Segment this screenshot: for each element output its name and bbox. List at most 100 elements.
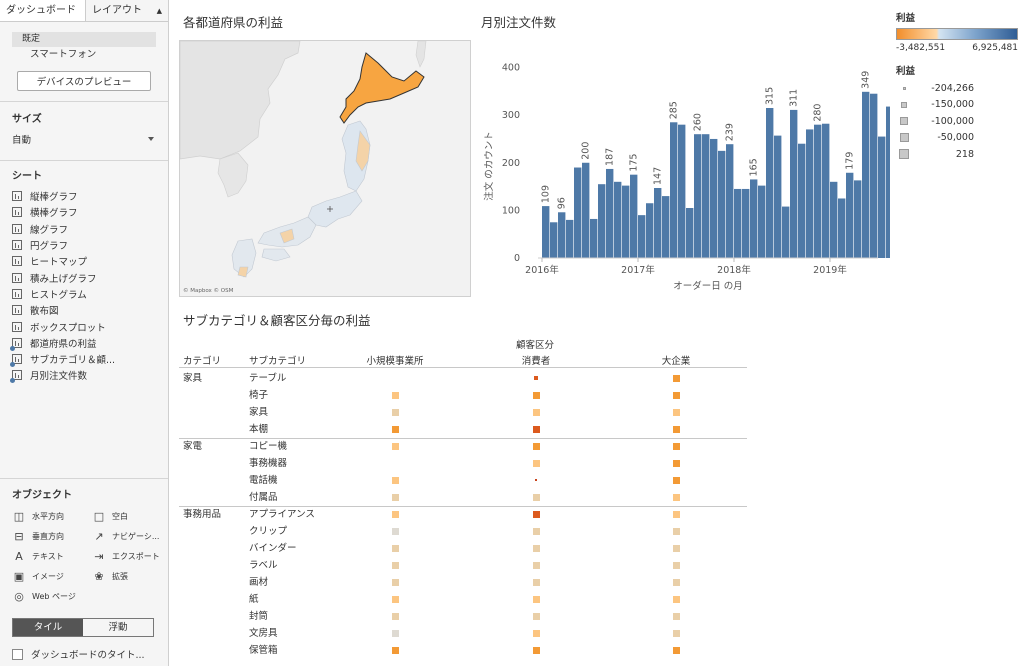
bar[interactable] — [790, 109, 798, 259]
profit-mark[interactable] — [672, 374, 680, 382]
bar[interactable] — [758, 185, 766, 258]
profit-mark[interactable] — [391, 493, 399, 501]
bar[interactable] — [694, 134, 702, 258]
sheet-item[interactable]: 月別注文件数 — [0, 367, 168, 384]
profit-mark[interactable] — [391, 544, 399, 552]
sheet-item[interactable]: 都道府県の利益 — [0, 335, 168, 351]
sheet-item[interactable]: ヒストグラム — [0, 286, 168, 302]
bar[interactable] — [774, 135, 782, 258]
profit-mark[interactable] — [391, 578, 399, 586]
subcategory-segment-table[interactable]: 顧客区分 カテゴリ サブカテゴリ 小規模事業所 消費者 大企業 家具 テーブル 椅子 家具 本棚 家電… — [179, 334, 749, 660]
bar[interactable] — [718, 150, 726, 258]
profit-mark[interactable] — [391, 561, 399, 569]
profit-mark[interactable] — [672, 408, 680, 416]
profit-mark[interactable] — [532, 561, 540, 569]
profit-mark[interactable] — [532, 510, 540, 518]
bar[interactable] — [838, 198, 846, 258]
bar[interactable] — [654, 188, 662, 258]
bar[interactable] — [870, 93, 878, 258]
profit-mark[interactable] — [672, 561, 680, 569]
object-item[interactable]: A テキスト — [12, 549, 92, 563]
bar[interactable] — [646, 203, 654, 258]
bar[interactable] — [822, 123, 830, 258]
profit-mark[interactable] — [532, 544, 540, 552]
bar[interactable] — [854, 180, 862, 258]
bar[interactable] — [566, 219, 574, 258]
profit-mark[interactable] — [532, 408, 540, 416]
profit-mark[interactable] — [534, 376, 538, 380]
profit-mark[interactable] — [532, 442, 540, 450]
profit-mark[interactable] — [391, 527, 399, 535]
bar[interactable] — [638, 215, 646, 258]
profit-mark[interactable] — [391, 408, 399, 416]
profit-mark[interactable] — [672, 595, 680, 603]
object-item[interactable]: ↗ ナビゲーシ... — [92, 529, 172, 543]
bar[interactable] — [662, 196, 670, 258]
table-row[interactable] — [179, 591, 747, 608]
profit-mark[interactable] — [391, 425, 399, 433]
size-legend[interactable]: 利益 -204,266 -150,000 -100,000 -50,000 218 — [896, 63, 974, 163]
device-phone[interactable]: スマートフォン — [12, 47, 156, 62]
bar[interactable] — [766, 108, 774, 258]
bar[interactable] — [686, 208, 694, 258]
profit-mark[interactable] — [672, 510, 680, 518]
profit-mark[interactable] — [532, 578, 540, 586]
tile-mode-button[interactable]: タイル — [13, 619, 83, 636]
object-item[interactable]: □ 空白 — [92, 509, 172, 523]
object-item[interactable]: ⊟ 垂直方向 — [12, 529, 92, 543]
size-dropdown[interactable]: 自動 — [0, 132, 168, 146]
profit-mark[interactable] — [391, 510, 399, 518]
show-title-checkbox[interactable] — [12, 648, 23, 660]
bar[interactable] — [782, 206, 790, 258]
profit-mark[interactable] — [672, 527, 680, 535]
sheet-item[interactable]: 線グラフ — [0, 221, 168, 237]
bar[interactable] — [622, 185, 630, 258]
profit-mark[interactable] — [532, 459, 540, 467]
bar[interactable] — [558, 212, 566, 258]
color-legend[interactable]: 利益 -3,482,551 6,925,481 — [896, 10, 1018, 53]
profit-mark[interactable] — [391, 612, 399, 620]
profit-mark[interactable] — [672, 391, 680, 399]
profit-mark[interactable] — [672, 459, 680, 467]
tab-layout[interactable]: レイアウト ▲︎ — [86, 0, 168, 21]
sheet-item[interactable]: サブカテゴリ＆顧... — [0, 351, 168, 368]
profit-mark[interactable] — [672, 646, 680, 654]
bar[interactable] — [862, 91, 870, 258]
show-title-option[interactable]: ダッシュボードのタイト... — [12, 647, 168, 661]
bar[interactable] — [582, 162, 590, 258]
profit-mark[interactable] — [672, 629, 680, 637]
profit-mark[interactable] — [535, 479, 537, 481]
bar[interactable] — [814, 124, 822, 259]
sheet-item[interactable]: 円グラフ — [0, 237, 168, 253]
bar[interactable] — [678, 124, 686, 259]
profit-mark[interactable] — [672, 425, 680, 433]
bar[interactable] — [726, 144, 734, 258]
bar[interactable] — [598, 184, 606, 258]
object-item[interactable]: ◎ Web ページ — [12, 589, 92, 603]
monthly-orders-chart[interactable]: 0 100 200 300 400 注文 のカウント 109 96 200 187 175 147… — [478, 36, 890, 298]
profit-mark[interactable] — [532, 595, 540, 603]
profit-mark[interactable] — [532, 391, 540, 399]
profit-mark[interactable] — [532, 629, 540, 637]
bar[interactable] — [830, 181, 838, 258]
tab-dashboard[interactable]: ダッシュボード — [0, 0, 86, 21]
sheet-item[interactable]: ボックスプロット — [0, 318, 168, 334]
profit-mark[interactable] — [391, 629, 399, 637]
bar[interactable] — [550, 222, 558, 258]
profit-mark[interactable] — [672, 578, 680, 586]
profit-mark[interactable] — [532, 527, 540, 535]
bar[interactable] — [806, 129, 814, 258]
profit-mark[interactable] — [672, 442, 680, 450]
bar[interactable] — [590, 218, 598, 258]
sheet-item[interactable]: ヒートマップ — [0, 253, 168, 269]
profit-mark[interactable] — [532, 612, 540, 620]
profit-mark[interactable] — [532, 425, 540, 433]
sheet-item[interactable]: 横棒グラフ — [0, 204, 168, 220]
prefecture-profit-map[interactable]: © Mapbox © OSM — [179, 40, 471, 297]
bar[interactable] — [734, 188, 742, 258]
device-preview-button[interactable]: デバイスのプレビュー — [17, 71, 151, 91]
profit-mark[interactable] — [672, 476, 680, 484]
profit-mark[interactable] — [391, 646, 399, 654]
bar[interactable] — [798, 143, 806, 258]
bar[interactable] — [702, 134, 710, 258]
